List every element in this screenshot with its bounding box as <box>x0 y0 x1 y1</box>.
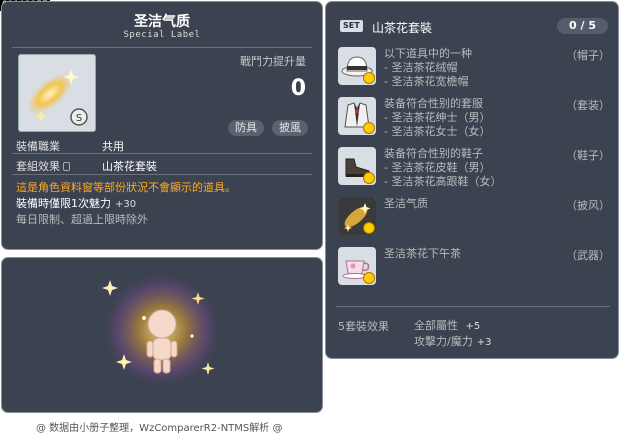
job-label: 裝備職業 <box>16 140 60 153</box>
set-item-type: （套装） <box>566 99 610 112</box>
set-item-line: 圣洁茶花下午茶 <box>384 247 461 260</box>
divider <box>12 153 312 154</box>
item-icon: S <box>18 54 96 132</box>
set-item-cape: 圣洁气质 （披风） <box>338 197 610 237</box>
teacup-icon <box>338 247 376 285</box>
combat-power-label: 戰鬥力提升量 <box>240 55 306 68</box>
set-item-weapon: 圣洁茶花下午茶 （武器） <box>338 247 610 287</box>
set-item-line: 圣洁气质 <box>384 197 428 210</box>
bonus-stat-value: +3 <box>476 337 492 348</box>
set-item-type: （鞋子） <box>566 149 610 162</box>
set-item-line: - 圣洁茶花皮鞋（男） <box>384 161 491 174</box>
set-bonus-line: 攻擊力/魔力 +3 <box>414 334 491 350</box>
set-badge: SET <box>340 20 363 32</box>
set-name: 山茶花套裝 <box>372 21 433 35</box>
job-value: 共用 <box>102 140 124 153</box>
set-item-shoes: 装备符合性别的鞋子 - 圣洁茶花皮鞋（男） - 圣洁茶花高跟鞋（女） （鞋子） <box>338 147 610 188</box>
set-item-line: - 圣洁茶花绅士（男） <box>384 111 491 124</box>
bonus-stat-value: +5 <box>465 321 481 332</box>
cape-sparkle-icon <box>338 197 376 235</box>
item-title: 圣洁气质 <box>134 14 190 30</box>
bonus-stat-name: 全部屬性 <box>414 319 458 332</box>
coin-icon <box>363 272 375 284</box>
job-row: 裝備職業 共用 <box>16 138 124 154</box>
tag-cape: 披風 <box>272 120 308 136</box>
set-item-type: （武器） <box>566 249 610 262</box>
set-item-line: 以下道具中的一种 <box>384 47 472 60</box>
coin-icon <box>363 172 375 184</box>
item-tooltip-panel: 圣洁气质 Special Label S 戰鬥力提升量 0 防具 披風 裝備職業… <box>1 1 323 250</box>
set-item-line: - 圣洁茶花女士（女） <box>384 125 491 138</box>
set-item-line: - 圣洁茶花宽檐帽 <box>384 75 469 88</box>
svg-text:S: S <box>76 113 82 124</box>
credit-line: @ 数据由小册子整理，WzComparerR2-NTMS解析 @ <box>36 423 283 434</box>
set-bonus-line: 全部屬性 +5 <box>414 318 491 334</box>
set-item-line: - 圣洁茶花高跟鞋（女） <box>384 175 502 188</box>
coin-icon <box>363 72 375 84</box>
set-bonus-label: 5套裝效果 <box>338 320 389 333</box>
set-item-line: 装备符合性别的鞋子 <box>384 147 483 160</box>
charm-value: +30 <box>115 199 137 210</box>
divider <box>12 174 312 175</box>
lock-icon <box>63 162 70 171</box>
suit-icon <box>338 97 376 135</box>
shoe-icon <box>338 147 376 185</box>
limit-text: 每日限制、超過上限時除外 <box>16 213 148 226</box>
set-effect-panel: SET 山茶花套裝 0 / 5 以下道具中的一种 - 圣洁茶花绒帽 - 圣洁茶花… <box>325 1 619 359</box>
character-preview-panel <box>1 257 323 413</box>
divider <box>12 47 312 48</box>
divider <box>336 306 610 307</box>
set-effect-row: 套組效果 山茶花套裝 <box>16 158 157 174</box>
set-item-line: 装备符合性别的套服 <box>384 97 483 110</box>
set-item-type: （帽子） <box>566 49 610 62</box>
combat-power-value: 0 <box>290 76 306 101</box>
set-effect-value: 山茶花套裝 <box>102 160 157 173</box>
set-count-badge: 0 / 5 <box>557 18 608 34</box>
set-item-type: （披风） <box>566 199 610 212</box>
charm-row: 裝備時僅限1次魅力 +30 <box>16 195 136 211</box>
tag-armor: 防具 <box>228 120 264 136</box>
set-item-line: - 圣洁茶花绒帽 <box>384 61 458 74</box>
bonus-stat-name: 攻擊力/魔力 <box>414 335 473 348</box>
character-preview <box>100 270 224 390</box>
description-note: 這是角色資料窗等部份狀況不會顯示的道具。 <box>16 181 236 194</box>
coin-icon <box>363 122 375 134</box>
set-effect-label: 套組效果 <box>16 160 60 173</box>
coin-icon <box>363 222 375 234</box>
item-subtitle: Special Label <box>123 30 201 40</box>
set-item-hat: 以下道具中的一种 - 圣洁茶花绒帽 - 圣洁茶花宽檐帽 （帽子） <box>338 47 610 88</box>
set-item-suit: 装备符合性别的套服 - 圣洁茶花绅士（男） - 圣洁茶花女士（女） （套装） <box>338 97 610 138</box>
charm-label: 裝備時僅限1次魅力 <box>16 197 111 210</box>
hat-icon <box>338 47 376 85</box>
set-bonus-lines: 全部屬性 +5 攻擊力/魔力 +3 <box>414 318 491 350</box>
